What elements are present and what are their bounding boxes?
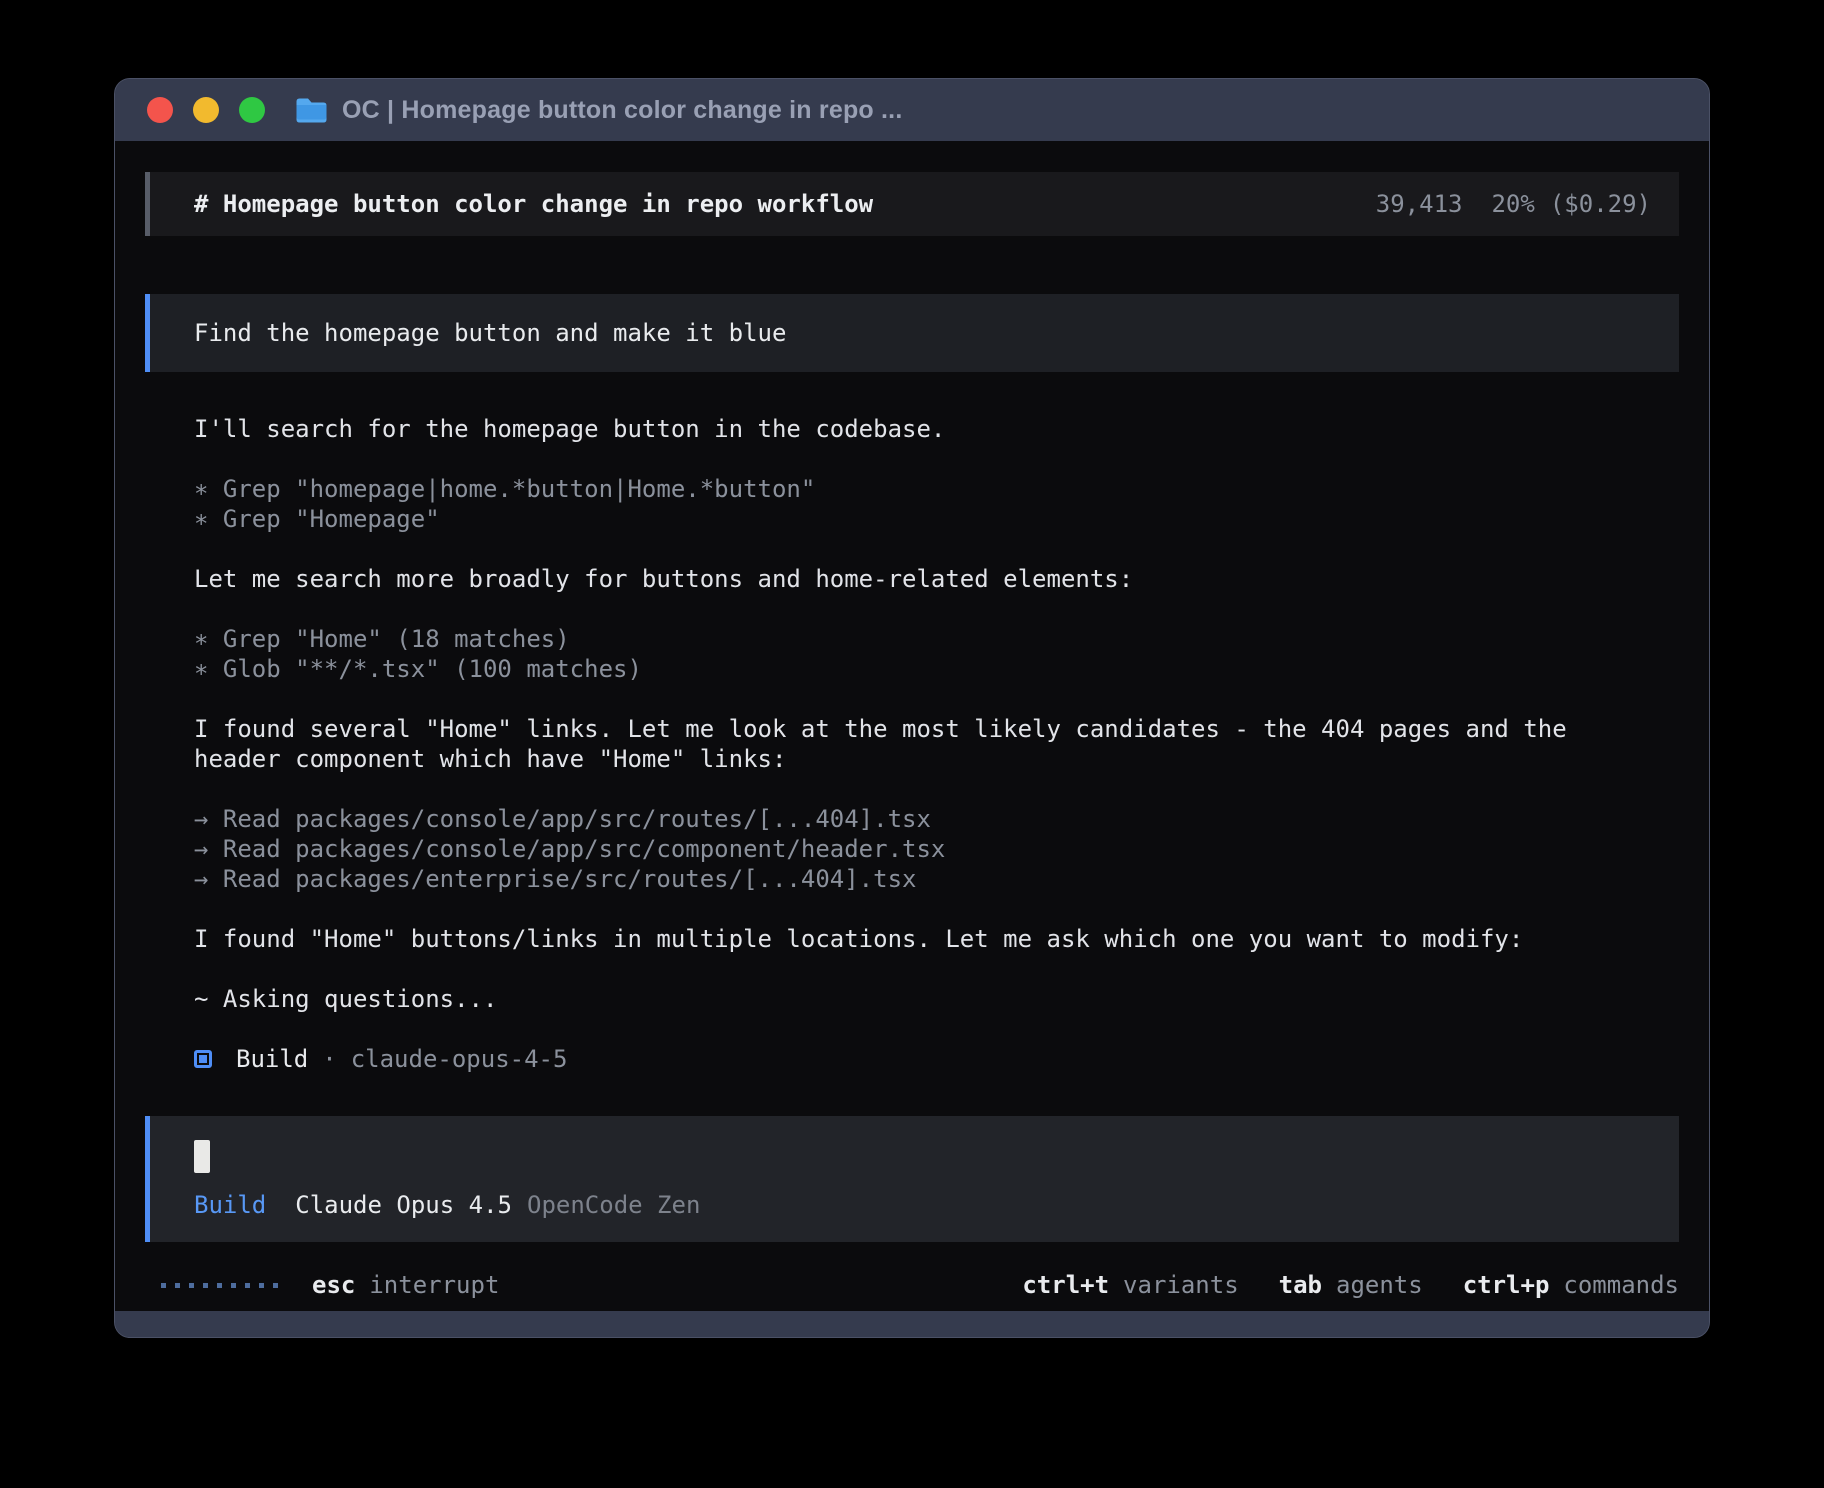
token-count: 39,413 bbox=[1376, 190, 1463, 218]
conversation-line: ∗ Glob "**/*.tsx" (100 matches) bbox=[194, 654, 1651, 684]
title-bar[interactable]: OC | Homepage button color change in rep… bbox=[115, 79, 1709, 141]
keyboard-hint: esc interrupt bbox=[312, 1270, 499, 1300]
agent-status-icon bbox=[194, 1050, 212, 1068]
conversation-line: Let me search more broadly for buttons a… bbox=[194, 564, 1651, 594]
spinner-dot bbox=[161, 1283, 166, 1288]
spinner-dot bbox=[231, 1283, 236, 1288]
keyboard-hint: tab agents bbox=[1279, 1270, 1423, 1300]
zoom-button[interactable] bbox=[239, 97, 265, 123]
prompt-input[interactable]: Build Claude Opus 4.5 OpenCode Zen bbox=[145, 1116, 1679, 1242]
conversation-line: I found "Home" buttons/links in multiple… bbox=[194, 924, 1651, 954]
text-cursor bbox=[194, 1140, 210, 1173]
hint-key: ctrl+t bbox=[1022, 1271, 1109, 1299]
conversation-line: I'll search for the homepage button in t… bbox=[194, 414, 1651, 444]
keyboard-hint: ctrl+p commands bbox=[1463, 1270, 1679, 1300]
conversation-line: I found several "Home" links. Let me loo… bbox=[194, 714, 1651, 774]
conversation-line: → Read packages/enterprise/src/routes/[.… bbox=[194, 864, 1651, 894]
traffic-lights bbox=[147, 97, 265, 123]
input-provider-label: OpenCode Zen bbox=[527, 1190, 700, 1220]
session-cost: ($0.29) bbox=[1550, 190, 1651, 218]
conversation-line bbox=[194, 444, 1651, 474]
keyboard-hint: ctrl+t variants bbox=[1022, 1270, 1238, 1300]
terminal-window: OC | Homepage button color change in rep… bbox=[114, 78, 1710, 1338]
conversation-line: ~ Asking questions... bbox=[194, 984, 1651, 1014]
spinner-dot bbox=[273, 1283, 278, 1288]
window-bottom-strip bbox=[115, 1311, 1709, 1337]
spinner-dot bbox=[175, 1283, 180, 1288]
conversation-line bbox=[194, 774, 1651, 804]
spinner-dot bbox=[189, 1283, 194, 1288]
conversation-line: ∗ Grep "Homepage" bbox=[194, 504, 1651, 534]
input-model-label: Claude Opus 4.5 bbox=[295, 1190, 512, 1220]
spinner-dot bbox=[245, 1283, 250, 1288]
session-stats: 39,413 20% ($0.29) bbox=[1376, 189, 1651, 219]
spinner-dot bbox=[217, 1283, 222, 1288]
minimize-button[interactable] bbox=[193, 97, 219, 123]
spinner-dot bbox=[259, 1283, 264, 1288]
agent-model: claude-opus-4-5 bbox=[351, 1045, 568, 1073]
conversation-line bbox=[194, 534, 1651, 564]
hint-label: agents bbox=[1336, 1271, 1423, 1299]
conversation-line bbox=[194, 954, 1651, 984]
conversation-line: ∗ Grep "homepage|home.*button|Home.*butt… bbox=[194, 474, 1651, 504]
conversation-line bbox=[194, 684, 1651, 714]
close-button[interactable] bbox=[147, 97, 173, 123]
conversation-line: → Read packages/console/app/src/routes/[… bbox=[194, 804, 1651, 834]
spinner-dot bbox=[203, 1283, 208, 1288]
spinner-dots bbox=[161, 1283, 278, 1288]
conversation: I'll search for the homepage button in t… bbox=[145, 414, 1679, 1014]
session-title: # Homepage button color change in repo w… bbox=[194, 189, 873, 219]
terminal-content: # Homepage button color change in repo w… bbox=[115, 141, 1709, 1311]
session-header: # Homepage button color change in repo w… bbox=[145, 172, 1679, 236]
hints-left: esc interrupt bbox=[312, 1270, 499, 1300]
status-bar: escinterrupt ctrl+tvariantstabagentsctrl… bbox=[145, 1270, 1679, 1300]
hint-key: esc bbox=[312, 1271, 355, 1299]
hint-label: variants bbox=[1123, 1271, 1239, 1299]
agent-task-status: Build · claude-opus-4-5 bbox=[145, 1044, 1679, 1074]
user-message: Find the homepage button and make it blu… bbox=[145, 294, 1679, 372]
conversation-line: ∗ Grep "Home" (18 matches) bbox=[194, 624, 1651, 654]
conversation-line: → Read packages/console/app/src/componen… bbox=[194, 834, 1651, 864]
model-line: Build Claude Opus 4.5 OpenCode Zen bbox=[194, 1190, 1651, 1220]
hint-label: commands bbox=[1563, 1271, 1679, 1299]
hint-label: interrupt bbox=[369, 1271, 499, 1299]
input-agent-label: Build bbox=[194, 1190, 266, 1220]
conversation-line bbox=[194, 594, 1651, 624]
hints-right: ctrl+t variants tab agents ctrl+p commands bbox=[982, 1270, 1679, 1300]
user-message-text: Find the homepage button and make it blu… bbox=[194, 319, 786, 347]
folder-icon bbox=[295, 97, 328, 124]
hint-key: tab bbox=[1279, 1271, 1322, 1299]
conversation-line bbox=[194, 894, 1651, 924]
window-title: OC | Homepage button color change in rep… bbox=[342, 96, 902, 125]
hint-key: ctrl+p bbox=[1463, 1271, 1550, 1299]
context-percentage: 20% bbox=[1491, 190, 1534, 218]
status-bar-left: esc interrupt bbox=[145, 1270, 499, 1300]
agent-name: Build bbox=[236, 1045, 308, 1073]
separator-dot: · bbox=[322, 1045, 336, 1073]
